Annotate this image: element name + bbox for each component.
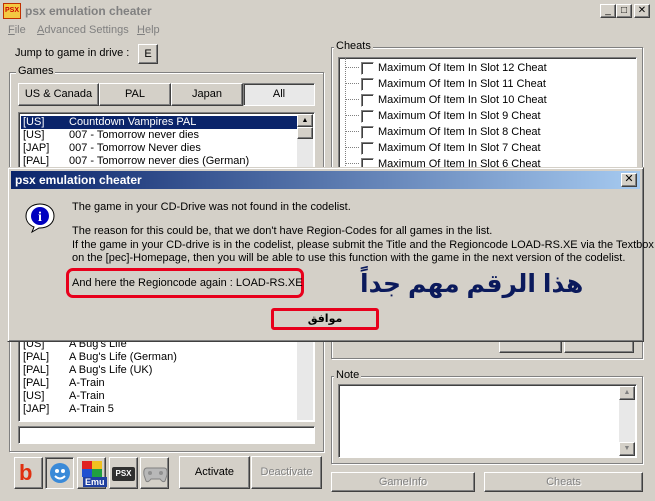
- cheat-item[interactable]: Maximum Of Item In Slot 12 Cheat: [345, 60, 625, 76]
- cheat-checkbox[interactable]: [361, 110, 374, 123]
- game-row[interactable]: [US] Countdown Vampires PAL: [21, 116, 299, 129]
- game-row[interactable]: [PAL] A Bug's Life (German): [21, 351, 299, 364]
- note-scroll-down-icon[interactable]: ▼: [619, 442, 635, 456]
- connectix-face-icon: [50, 463, 70, 483]
- bleem-icon[interactable]: b: [14, 457, 43, 489]
- tab-all[interactable]: All: [243, 83, 315, 106]
- cheat-checkbox[interactable]: [361, 126, 374, 139]
- menu-advanced-settings[interactable]: Advanced Settings: [37, 24, 129, 36]
- deactivate-button[interactable]: Deactivate: [251, 456, 322, 489]
- cheat-tree[interactable]: Maximum Of Item In Slot 12 Cheat Maximum…: [338, 57, 637, 177]
- tab-japan[interactable]: Japan: [171, 83, 243, 106]
- menu-bar: File Advanced Settings Help: [0, 22, 655, 40]
- tab-pal[interactable]: PAL: [99, 83, 171, 106]
- window-title: psx emulation cheater: [25, 4, 152, 18]
- gameinfo-button[interactable]: GameInfo: [331, 472, 475, 492]
- gamepad-icon[interactable]: [140, 457, 169, 489]
- cheat-checkbox[interactable]: [361, 62, 374, 75]
- menu-help[interactable]: Help: [137, 24, 160, 36]
- dialog-message-line: The reason for this could be, that we do…: [72, 225, 493, 237]
- psx-icon[interactable]: PSX: [109, 457, 138, 489]
- note-scrollbar[interactable]: ▲ ▼: [619, 386, 635, 456]
- cheat-item[interactable]: Maximum Of Item In Slot 11 Cheat: [345, 76, 625, 92]
- app-icon: PSX: [3, 3, 21, 19]
- game-row[interactable]: [US] A-Train: [21, 390, 299, 403]
- maximize-button[interactable]: □: [616, 4, 632, 18]
- game-row[interactable]: [US] 007 - Tomorrow never dies: [21, 129, 299, 142]
- cheat-item[interactable]: Maximum Of Item In Slot 7 Cheat: [345, 140, 625, 156]
- tab-us-canada[interactable]: US & Canada: [18, 83, 99, 106]
- dialog-message-line: If the game in your CD-drive is in the c…: [72, 239, 654, 251]
- gamepad-shape-icon: [143, 467, 168, 483]
- cheats-button[interactable]: Cheats: [484, 472, 643, 492]
- message-dialog: psx emulation cheater ✕ i The game in yo…: [7, 167, 654, 342]
- game-search-input[interactable]: [18, 426, 315, 444]
- cheats-group-label: Cheats: [334, 40, 373, 52]
- game-row[interactable]: [PAL] A-Train: [21, 377, 299, 390]
- scroll-up-icon[interactable]: ▲: [297, 114, 313, 127]
- minimize-button[interactable]: _: [600, 4, 616, 18]
- note-group-label: Note: [334, 369, 362, 381]
- dialog-titlebar[interactable]: psx emulation cheater ✕: [11, 171, 640, 189]
- menu-file[interactable]: File: [8, 24, 26, 36]
- note-scroll-up-icon[interactable]: ▲: [619, 386, 635, 400]
- activate-button[interactable]: Activate: [179, 456, 250, 489]
- info-icon: i: [25, 203, 55, 234]
- cheat-item[interactable]: Maximum Of Item In Slot 8 Cheat: [345, 124, 625, 140]
- connectix-icon[interactable]: [45, 457, 74, 489]
- dialog-message-line: The game in your CD-Drive was not found …: [72, 201, 351, 213]
- cheat-checkbox[interactable]: [361, 94, 374, 107]
- arabic-annotation: هذا الرقم مهم جداً: [360, 270, 584, 298]
- drive-button[interactable]: E: [138, 44, 158, 64]
- main-titlebar[interactable]: PSX psx emulation cheater _ □ ✕: [0, 0, 655, 22]
- cheat-checkbox[interactable]: [361, 142, 374, 155]
- epsxe-icon[interactable]: Emu: [77, 457, 107, 489]
- game-row[interactable]: [PAL] A Bug's Life (UK): [21, 364, 299, 377]
- drive-label: Jump to game in drive :: [15, 47, 130, 59]
- dialog-title: psx emulation cheater: [15, 173, 142, 187]
- close-button[interactable]: ✕: [634, 4, 650, 18]
- playstation-logo-icon: [82, 461, 102, 477]
- dialog-close-button[interactable]: ✕: [621, 173, 637, 187]
- game-row[interactable]: [JAP] 007 - Tomorrow Never dies: [21, 142, 299, 155]
- game-row[interactable]: [JAP] A-Train 5: [21, 403, 299, 416]
- regioncode-line: And here the Regioncode again : LOAD-RS.…: [72, 277, 303, 289]
- cheat-item[interactable]: Maximum Of Item In Slot 10 Cheat: [345, 92, 625, 108]
- cheat-item[interactable]: Maximum Of Item In Slot 9 Cheat: [345, 108, 625, 124]
- games-group-label: Games: [16, 65, 56, 77]
- cheat-checkbox[interactable]: [361, 78, 374, 91]
- svg-text:i: i: [38, 210, 42, 225]
- note-textbox[interactable]: ▲ ▼: [338, 384, 637, 458]
- scroll-thumb[interactable]: [297, 127, 313, 139]
- dialog-message-line: on the [pec]-Homepage, then you will be …: [72, 252, 626, 264]
- ok-button[interactable]: موافق: [271, 308, 379, 330]
